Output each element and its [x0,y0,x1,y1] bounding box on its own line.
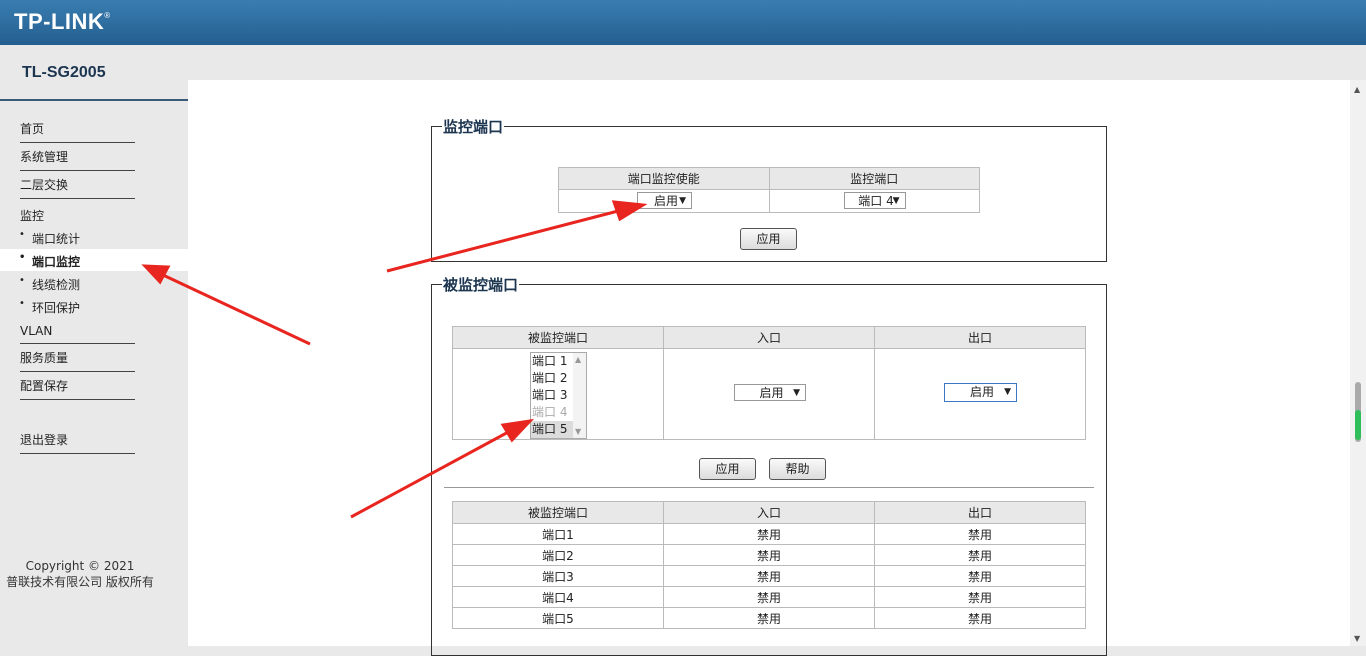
bullet-icon: • [19,229,25,240]
table-row: 端口5 禁用 禁用 [452,607,1086,629]
column-header: 出口 [874,326,1086,349]
monitor-enable-select[interactable]: 启用 ▼ [637,192,692,209]
copyright: Copyright © 2021 普联技术有限公司 版权所有 [6,559,154,589]
scroll-indicator [1355,410,1361,440]
sidebar-item-home[interactable]: 首页 [20,118,135,143]
table-row: 端口2 禁用 禁用 [452,544,1086,566]
column-header: 入口 [663,501,875,524]
sidebar-item-l2-switching[interactable]: 二层交换 [20,174,135,199]
column-header: 被监控端口 [452,326,664,349]
sidebar-item-save-config[interactable]: 配置保存 [20,375,135,400]
monitored-ports-config-table: 被监控端口 入口 出口 端口 1 端口 2 端口 3 端口 4 端口 5 ▲ ▼ [452,326,1086,440]
sidebar-subitem-loop-protection[interactable]: • 环回保护 [0,295,188,317]
chevron-down-icon: ▼ [679,196,686,206]
sidebar-subitem-port-mirroring[interactable]: • 端口监控 [0,249,188,271]
help-button[interactable]: 帮助 [769,458,826,480]
monitored-port-listbox[interactable]: 端口 1 端口 2 端口 3 端口 4 端口 5 ▲ ▼ [530,352,587,439]
sidebar-subitem-cable-test[interactable]: • 线缆检测 [0,272,188,294]
scroll-down-icon[interactable]: ▼ [575,427,581,436]
column-header: 出口 [874,501,1086,524]
column-header: 被监控端口 [452,501,664,524]
bullet-icon: • [19,252,26,263]
monitor-port-panel: 监控端口 端口监控使能 监控端口 启用 ▼ 端口 4 ▼ 应用 [431,116,1107,262]
scroll-down-icon[interactable]: ▼ [1354,634,1360,643]
bullet-icon: • [19,275,25,286]
column-header: 入口 [663,326,875,349]
tp-link-logo: TP-LINK® [14,9,111,34]
table-row: 端口4 禁用 禁用 [452,586,1086,608]
chevron-down-icon: ▼ [892,196,900,206]
panel-title: 监控端口 [443,119,504,136]
chevron-down-icon: ▼ [1004,387,1011,397]
device-model: TL-SG2005 [22,64,106,81]
monitor-port-select[interactable]: 端口 4 ▼ [843,192,906,209]
column-header: 端口监控使能 [558,167,770,190]
monitored-ports-status-table: 被监控端口 入口 出口 端口1 禁用 禁用 端口2 禁用 禁用 端口3 禁用 禁用 端口4 禁… [452,501,1086,629]
ingress-select[interactable]: 启用 ▼ [734,384,806,401]
apply-button[interactable]: 应用 [740,228,797,250]
scroll-up-icon[interactable]: ▲ [1354,85,1360,94]
sidebar-item-logout[interactable]: 退出登录 [20,429,135,454]
sidebar-item-vlan[interactable]: VLAN [20,319,135,344]
table-row: 端口1 禁用 禁用 [452,523,1086,545]
scroll-up-icon[interactable]: ▲ [575,355,581,364]
main-content: 监控端口 端口监控使能 监控端口 启用 ▼ 端口 4 ▼ 应用 被监控端口 被监… [188,80,1350,656]
panel-title: 被监控端口 [443,277,519,294]
page-scrollbar[interactable]: ▲ ▼ [1350,80,1366,646]
apply-button[interactable]: 应用 [699,458,756,480]
top-banner: TP-LINK® [0,0,1366,45]
listbox-scrollbar[interactable]: ▲ ▼ [573,353,586,438]
chevron-down-icon: ▼ [793,388,800,398]
egress-select[interactable]: 启用 ▼ [944,383,1017,402]
sidebar-item-qos[interactable]: 服务质量 [20,347,135,372]
sidebar-subitem-port-statistics[interactable]: • 端口统计 [0,226,188,248]
monitored-ports-panel: 被监控端口 被监控端口 入口 出口 端口 1 端口 2 端口 3 端口 4 端口… [431,274,1107,656]
bullet-icon: • [19,298,25,309]
sidebar-item-monitoring[interactable]: 监控 [20,207,44,224]
table-row: 端口3 禁用 禁用 [452,565,1086,587]
monitor-port-table: 端口监控使能 监控端口 启用 ▼ 端口 4 ▼ [558,167,980,213]
divider [444,487,1094,488]
column-header: 监控端口 [768,167,980,190]
sidebar-item-system[interactable]: 系统管理 [20,146,135,171]
